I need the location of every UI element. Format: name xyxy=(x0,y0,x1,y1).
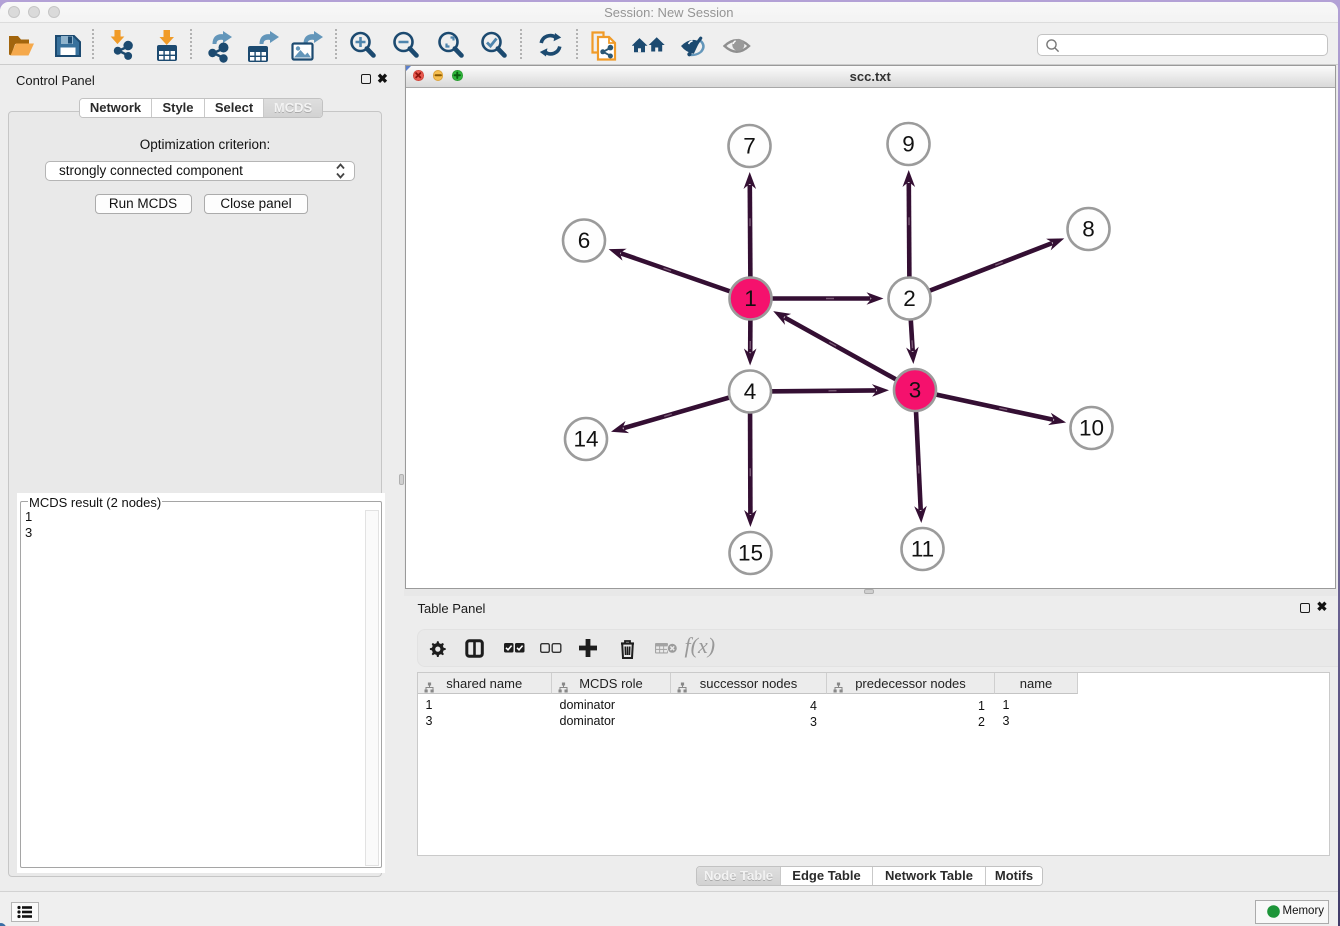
svg-text:6: 6 xyxy=(578,228,591,253)
svg-text:1: 1 xyxy=(744,286,757,311)
svg-text:2: 2 xyxy=(903,286,916,311)
svg-text:8: 8 xyxy=(1082,216,1095,241)
svg-text:3: 3 xyxy=(909,377,922,402)
svg-text:14: 14 xyxy=(573,426,598,451)
svg-text:9: 9 xyxy=(902,131,915,156)
svg-text:15: 15 xyxy=(738,540,763,565)
svg-text:11: 11 xyxy=(911,536,934,561)
svg-text:10: 10 xyxy=(1079,415,1104,440)
svg-text:7: 7 xyxy=(743,133,756,158)
svg-text:4: 4 xyxy=(744,379,757,404)
